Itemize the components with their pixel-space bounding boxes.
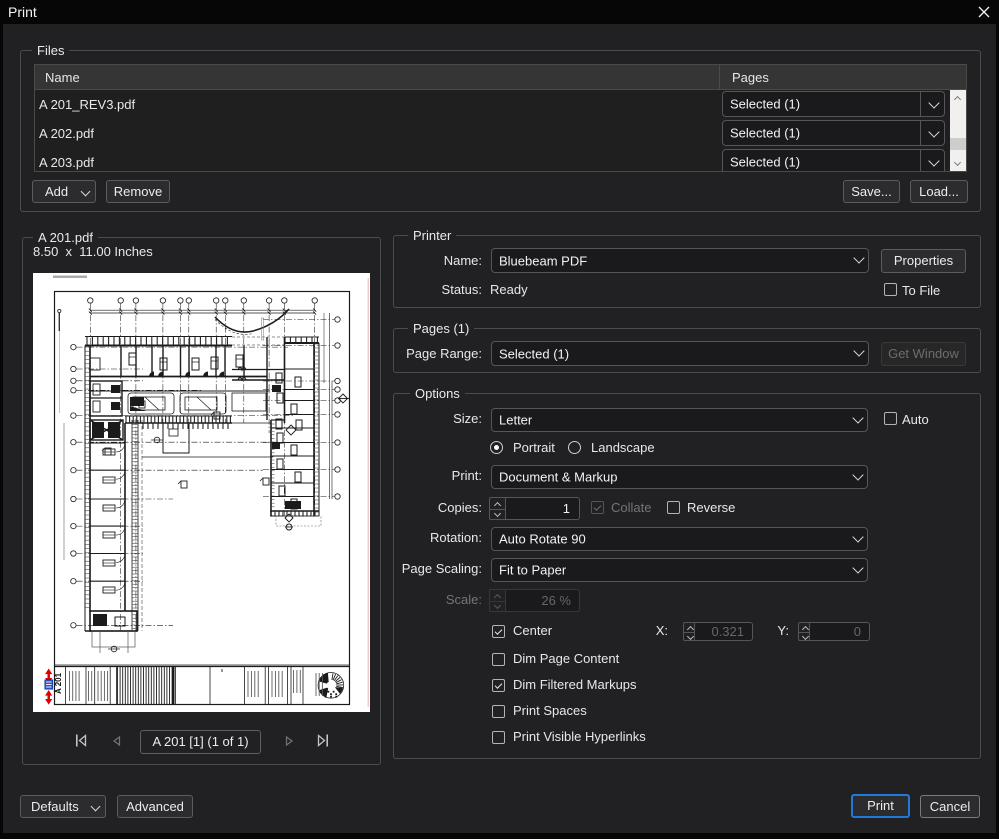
svg-text:A 201: A 201 xyxy=(54,672,63,694)
